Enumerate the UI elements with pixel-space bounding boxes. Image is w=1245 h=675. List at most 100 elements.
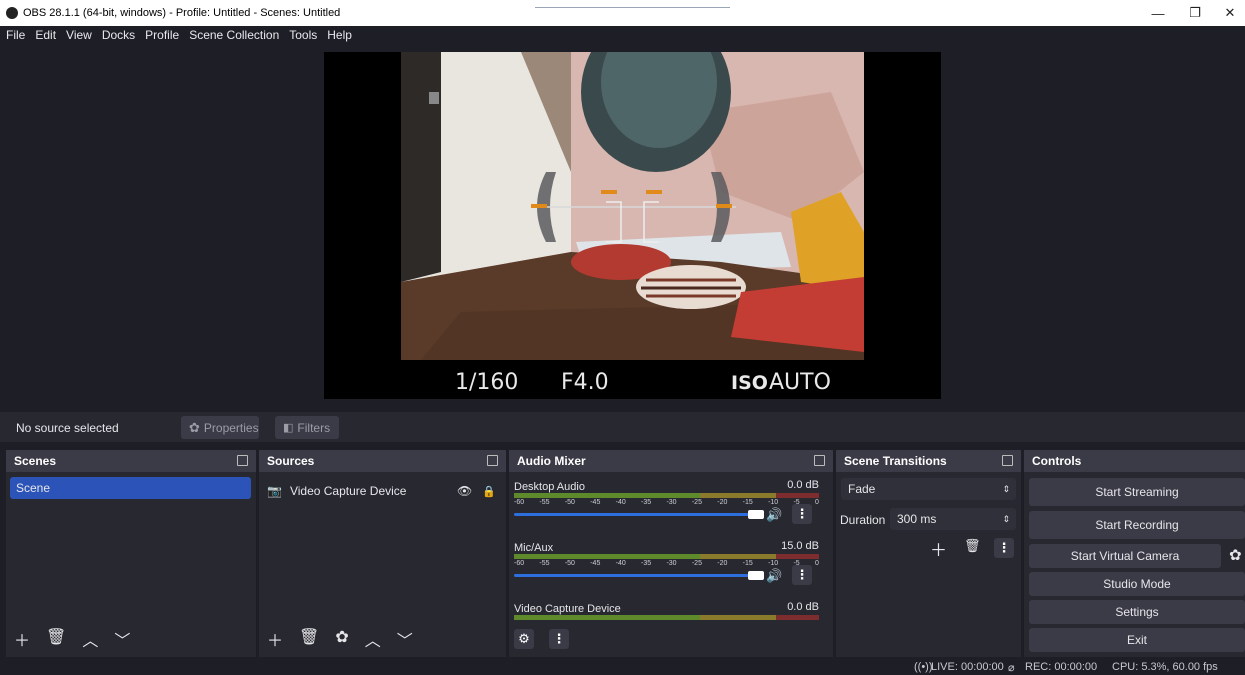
channel-name: Desktop Audio bbox=[514, 481, 585, 493]
menu-help[interactable]: Help bbox=[327, 28, 352, 42]
add-icon[interactable]: ＋ bbox=[14, 627, 30, 651]
gear-icon: ✿ bbox=[189, 419, 200, 435]
aperture-text: F4.0 bbox=[561, 370, 609, 395]
volume-meter bbox=[514, 493, 819, 498]
source-toolbar: No source selected ✿ Properties ◧ Filter… bbox=[0, 412, 1245, 442]
shutter-speed-text: 1/160 bbox=[455, 370, 519, 395]
menu-tools[interactable]: Tools bbox=[289, 28, 317, 42]
eye-icon[interactable]: 👁 bbox=[457, 484, 472, 498]
studio-mode-button[interactable]: Studio Mode bbox=[1029, 572, 1245, 596]
mixer-channel: Desktop Audio 0.0 dB -60 -55 -50 -45 -40 -35-… bbox=[514, 479, 819, 524]
controls-title: Controls bbox=[1032, 454, 1082, 468]
duration-input[interactable]: 300 ms ⇕ bbox=[890, 508, 1016, 530]
properties-button[interactable]: ✿ Properties bbox=[181, 416, 259, 439]
speaker-icon[interactable]: 🔊 bbox=[766, 568, 782, 584]
menu-file[interactable]: File bbox=[6, 28, 25, 42]
undock-icon[interactable] bbox=[1002, 455, 1013, 466]
trash-icon[interactable]: 🗑 bbox=[46, 627, 66, 651]
properties-label: Properties bbox=[203, 420, 259, 435]
menu-scene-collection[interactable]: Scene Collection bbox=[189, 28, 279, 42]
mixer-title: Audio Mixer bbox=[517, 454, 586, 468]
scenes-title: Scenes bbox=[14, 454, 57, 468]
window-title: OBS 28.1.1 (64-bit, windows) - Profile: … bbox=[23, 7, 341, 19]
undock-icon[interactable] bbox=[814, 455, 825, 466]
exit-button[interactable]: Exit bbox=[1029, 628, 1245, 652]
settings-button[interactable]: Settings bbox=[1029, 600, 1245, 624]
chevron-up-icon[interactable]: ︿ bbox=[365, 627, 381, 651]
scenes-dock: Scenes Scene ＋ 🗑 ︿ ﹀ bbox=[6, 450, 256, 657]
chevron-down-icon[interactable]: ﹀ bbox=[114, 627, 130, 651]
more-options-icon[interactable]: ⋮ bbox=[792, 565, 812, 585]
start-virtual-camera-button[interactable]: Start Virtual Camera bbox=[1029, 544, 1221, 568]
scene-list-item[interactable]: Scene bbox=[10, 477, 251, 499]
source-list-item[interactable]: 📷 Video Capture Device 👁 🔒 bbox=[267, 482, 505, 500]
chevron-down-icon[interactable]: ﹀ bbox=[397, 627, 413, 651]
meter-scale: -60 -55 -50 -45 -40 -35 -30 -25 -20 -15 -10 -5 0 bbox=[514, 499, 819, 506]
menu-docks[interactable]: Docks bbox=[102, 28, 135, 42]
sources-dock: Sources 📷 Video Capture Device 👁 🔒 ＋ 🗑 ✿… bbox=[259, 450, 506, 657]
add-icon[interactable]: ＋ bbox=[930, 536, 947, 561]
transition-select[interactable]: Fade ⇕ bbox=[841, 478, 1016, 500]
sources-title: Sources bbox=[267, 454, 315, 468]
preview-area[interactable]: 1/160 F4.0 ISO AUTO bbox=[0, 44, 1245, 408]
start-streaming-button[interactable]: Start Streaming bbox=[1029, 478, 1245, 506]
channel-name: Mic/Aux bbox=[514, 542, 554, 554]
mixer-channel: Video Capture Device 0.0 dB bbox=[514, 601, 819, 620]
volume-slider[interactable] bbox=[514, 571, 764, 580]
filters-label: Filters bbox=[297, 420, 331, 435]
slider-knob[interactable] bbox=[748, 571, 764, 580]
start-recording-button[interactable]: Start Recording bbox=[1029, 511, 1245, 539]
gear-icon[interactable]: ✿ bbox=[335, 627, 348, 651]
transitions-title: Scene Transitions bbox=[844, 454, 947, 468]
add-icon[interactable]: ＋ bbox=[267, 627, 283, 651]
gear-icon[interactable]: ✿ bbox=[1229, 546, 1242, 564]
title-progress-line bbox=[535, 7, 730, 8]
lock-icon[interactable]: 🔒 bbox=[482, 485, 496, 498]
duration-value: 300 ms bbox=[897, 512, 937, 526]
transition-menu-icon[interactable]: ⋮ bbox=[994, 538, 1014, 558]
duration-label: Duration bbox=[840, 513, 886, 527]
channel-db: 15.0 dB bbox=[781, 540, 819, 552]
channel-db: 0.0 dB bbox=[787, 479, 819, 491]
broadcast-icon: ((•)) bbox=[914, 661, 933, 673]
scene-name: Scene bbox=[16, 481, 51, 495]
iso-value-text: AUTO bbox=[769, 370, 831, 395]
scenes-header: Scenes bbox=[6, 450, 256, 472]
advanced-audio-icon[interactable]: ⚙ bbox=[514, 629, 534, 649]
mixer-menu-icon[interactable]: ⋮ bbox=[549, 629, 569, 649]
obs-logo-icon bbox=[6, 7, 18, 19]
slider-knob[interactable] bbox=[748, 510, 764, 519]
volume-meter bbox=[514, 554, 819, 559]
cpu-status: CPU: 5.3%, 60.00 fps bbox=[1112, 661, 1218, 673]
sources-header: Sources bbox=[259, 450, 506, 472]
spin-icon[interactable]: ⇕ bbox=[1002, 514, 1010, 525]
channel-name: Video Capture Device bbox=[514, 603, 621, 615]
camera-feed-image bbox=[401, 52, 864, 360]
menu-profile[interactable]: Profile bbox=[145, 28, 179, 42]
menu-edit[interactable]: Edit bbox=[35, 28, 56, 42]
filters-button[interactable]: ◧ Filters bbox=[275, 416, 339, 439]
menu-view[interactable]: View bbox=[66, 28, 92, 42]
record-icon: ⌀ bbox=[1008, 662, 1015, 674]
speaker-icon[interactable]: 🔊 bbox=[766, 507, 782, 523]
status-bar: ((•)) LIVE: 00:00:00 ⌀ REC: 00:00:00 CPU… bbox=[0, 659, 1245, 675]
scene-transitions-dock: Scene Transitions Fade ⇕ Duration 300 ms… bbox=[836, 450, 1021, 657]
rec-timer: REC: 00:00:00 bbox=[1025, 661, 1098, 673]
preview-canvas[interactable]: 1/160 F4.0 ISO AUTO bbox=[324, 52, 941, 399]
transition-value: Fade bbox=[848, 482, 876, 496]
controls-header: Controls bbox=[1024, 450, 1245, 472]
iso-label: ISO bbox=[731, 372, 768, 394]
undock-icon[interactable] bbox=[237, 455, 248, 466]
undock-icon[interactable] bbox=[487, 455, 498, 466]
menu-bar: File Edit View Docks Profile Scene Colle… bbox=[0, 26, 1245, 44]
trash-icon[interactable]: 🗑 bbox=[964, 538, 981, 554]
source-name: Video Capture Device bbox=[289, 484, 407, 498]
more-options-icon[interactable]: ⋮ bbox=[792, 504, 812, 524]
close-button[interactable]: ✕ bbox=[1207, 0, 1245, 26]
chevron-up-icon[interactable]: ︿ bbox=[82, 627, 98, 651]
trash-icon[interactable]: 🗑 bbox=[299, 627, 319, 651]
volume-slider[interactable] bbox=[514, 510, 764, 519]
chevron-updown-icon: ⇕ bbox=[1002, 483, 1010, 494]
mixer-header: Audio Mixer bbox=[509, 450, 833, 472]
filter-icon: ◧ bbox=[283, 422, 294, 434]
